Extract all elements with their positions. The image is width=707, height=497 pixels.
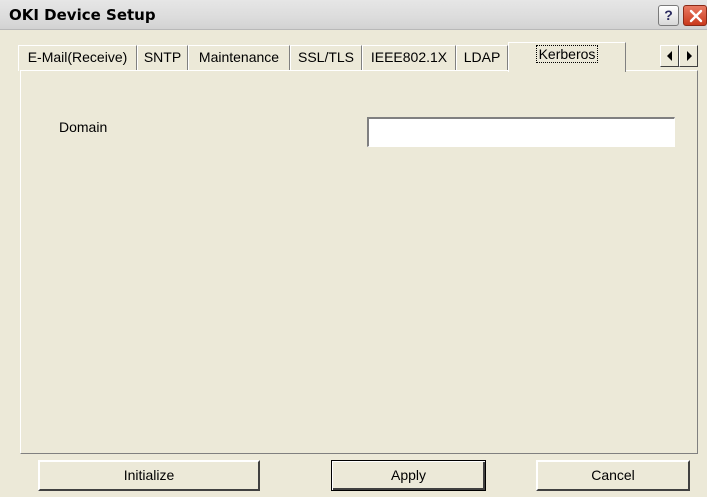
tab-sntp[interactable]: SNTP bbox=[137, 45, 188, 71]
help-button[interactable]: ? bbox=[658, 5, 679, 26]
tab-label: LDAP bbox=[463, 49, 501, 65]
tab-label: SNTP bbox=[143, 49, 182, 65]
tab-ieee8021x[interactable]: IEEE802.1X bbox=[362, 45, 456, 71]
apply-button[interactable]: Apply bbox=[331, 460, 486, 491]
domain-input[interactable] bbox=[367, 117, 675, 147]
close-icon bbox=[689, 9, 703, 23]
kerberos-panel: Domain bbox=[20, 70, 698, 454]
tab-ldap[interactable]: LDAP bbox=[456, 45, 508, 71]
tab-label: Maintenance bbox=[198, 49, 280, 65]
title-bar: OKI Device Setup ? bbox=[0, 0, 707, 30]
tab-kerberos[interactable]: Kerberos bbox=[508, 42, 626, 72]
device-setup-window: OKI Device Setup ? E-Mail(Receive) SNTP … bbox=[0, 0, 707, 497]
tab-scroll-right-button[interactable] bbox=[679, 45, 698, 67]
arrow-right-icon bbox=[687, 51, 692, 61]
cancel-button[interactable]: Cancel bbox=[536, 460, 690, 491]
initialize-button[interactable]: Initialize bbox=[38, 460, 260, 491]
tab-maintenance[interactable]: Maintenance bbox=[188, 45, 290, 71]
tab-scroll-arrows bbox=[660, 45, 698, 69]
tab-label: Kerberos bbox=[535, 45, 599, 63]
tab-email-receive[interactable]: E-Mail(Receive) bbox=[18, 45, 137, 71]
tab-label: E-Mail(Receive) bbox=[27, 49, 128, 65]
arrow-left-icon bbox=[667, 51, 672, 61]
tab-label: SSL/TLS bbox=[297, 49, 355, 65]
domain-label: Domain bbox=[59, 119, 108, 135]
help-icon: ? bbox=[664, 7, 673, 23]
tab-ssl-tls[interactable]: SSL/TLS bbox=[290, 45, 362, 71]
window-title: OKI Device Setup bbox=[9, 6, 156, 24]
tab-label: IEEE802.1X bbox=[370, 49, 448, 65]
tab-scroll-left-button[interactable] bbox=[660, 45, 679, 67]
close-button[interactable] bbox=[683, 5, 707, 26]
